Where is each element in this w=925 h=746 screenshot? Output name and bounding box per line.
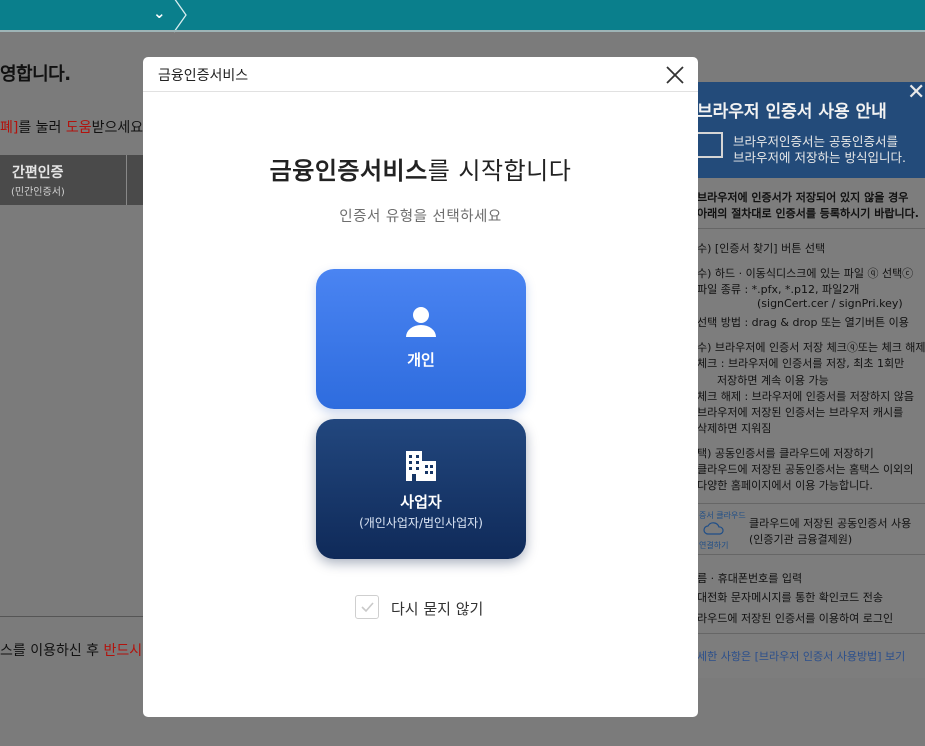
tab-easy-cert-label: 간편인증 — [12, 165, 64, 181]
guide-step: 파일 종류 : *.pfx, *.p12, 파일2개 — [697, 283, 860, 296]
divider — [697, 228, 925, 229]
cloud-text: (인증기관 금융결제원) — [749, 533, 853, 546]
modal-header: 금융인증서비스 — [143, 57, 698, 92]
notice-text: 스를 이용하신 후 반드시 — [0, 643, 143, 659]
check-icon — [361, 602, 374, 613]
browser-cert-guide-panel: 브라우저 인증서 사용 안내 ✕ 브라우저인증서는 공동인증서를 브라우저에 저… — [697, 82, 925, 678]
guide-step: 체크 : 브라우저에 인증서를 저장, 최초 1회만 — [697, 357, 905, 370]
guide-step: 름 · 휴대폰번호를 입력 — [697, 572, 803, 585]
guide-footer-link[interactable]: 세한 사항은 [브라우저 인증서 사용방법] 보기 — [697, 648, 905, 664]
guide-step: 삭제하면 지워짐 — [697, 422, 772, 435]
dont-ask-again-label: 다시 묻지 않기 — [391, 600, 484, 618]
cloud-link-label[interactable]: 연결하기 — [699, 540, 728, 551]
guide-description: 브라우저인증서는 공동인증서를 브라우저에 저장하는 방식입니다. — [733, 134, 906, 165]
guide-step: (signCert.cer / signPri.key) — [757, 297, 903, 310]
business-option-button[interactable]: 사업자 (개인사업자/법인사업자) — [316, 419, 526, 559]
guide-step: 수) [인증서 찾기] 버튼 선택 — [697, 242, 826, 255]
computer-icon — [697, 132, 723, 158]
divider — [697, 633, 925, 634]
content-divider — [0, 616, 145, 617]
modal-subheading: 인증서 유형을 선택하세요 — [339, 209, 502, 225]
guide-intro: 아래의 절차대로 인증서를 등록하시기 바랍니다. — [697, 207, 919, 220]
personal-option-button[interactable]: 개인 — [316, 269, 526, 409]
person-icon — [406, 307, 436, 337]
tab-easy-cert-sublabel: (민간인증서) — [11, 187, 65, 198]
guide-step: 선택 방법 : drag & drop 또는 열기버튼 이용 — [697, 316, 909, 329]
guide-step: 체크 해제 : 브라우저에 인증서를 저장하지 않음 — [697, 390, 914, 403]
guide-step: 저장하면 계속 이용 가능 — [717, 374, 829, 387]
business-option-sublabel: (개인사업자/법인사업자) — [359, 516, 483, 530]
guide-step: 클라우드에 저장된 공동인증서는 홈택스 이외의 — [697, 463, 914, 476]
financial-cert-modal: 금융인증서비스 금융인증서비스를 시작합니다 인증서 유형을 선택하세요 개인 — [143, 57, 698, 717]
cloud-icon[interactable] — [703, 520, 725, 536]
guide-step: 수) 브라우저에 인증서 저장 체크ⓠ또는 체크 해제ⓒ — [697, 341, 925, 354]
guide-header: 브라우저 인증서 사용 안내 ✕ 브라우저인증서는 공동인증서를 브라우저에 저… — [697, 82, 925, 178]
top-navigation-bar: ⌄ — [0, 0, 925, 33]
cloud-text: 클라우드에 저장된 공동인증서 사용 — [749, 517, 912, 530]
guide-intro: 브라우저에 인증서가 저장되어 있지 않을 경우 — [697, 191, 909, 204]
tab-easy-cert[interactable]: 간편인증 (민간인증서) — [0, 155, 127, 205]
guide-step: 브라우저에 저장된 인증서는 브라우저 캐시를 — [697, 406, 904, 419]
divider — [697, 554, 925, 555]
guide-step: 택) 공동인증서를 클라우드에 저장하기 — [697, 447, 874, 460]
breadcrumb-separator — [173, 0, 187, 33]
page-title: 영합니다. — [0, 64, 71, 85]
building-icon — [406, 451, 436, 481]
business-option-label: 사업자 — [400, 493, 442, 511]
modal-headline: 금융인증서비스를 시작합니다 — [269, 157, 572, 185]
guide-step: 대전화 문자메시지를 통한 확인코드 전송 — [697, 591, 884, 604]
guide-step: 라우드에 저장된 인증서를 이용하여 로그인 — [697, 612, 894, 625]
guide-title: 브라우저 인증서 사용 안내 — [697, 102, 887, 122]
close-icon[interactable]: ✕ — [907, 82, 925, 105]
dont-ask-again-option[interactable]: 다시 묻지 않기 — [355, 595, 555, 621]
chevron-down-icon[interactable]: ⌄ — [153, 4, 166, 22]
guide-step: 수) 하드 · 이동식디스크에 있는 파일 ⓠ 선택ⓒ — [697, 267, 914, 280]
guide-step: 다양한 홈페이지에서 이용 가능합니다. — [697, 479, 873, 492]
personal-option-label: 개인 — [407, 351, 435, 369]
divider — [697, 503, 925, 504]
topbar-divider — [0, 30, 925, 32]
modal-title: 금융인증서비스 — [158, 68, 249, 84]
close-icon[interactable] — [665, 65, 685, 85]
dont-ask-again-checkbox[interactable] — [355, 595, 379, 619]
help-text: 폐]를 눌러 도움받으세요 — [0, 120, 144, 136]
